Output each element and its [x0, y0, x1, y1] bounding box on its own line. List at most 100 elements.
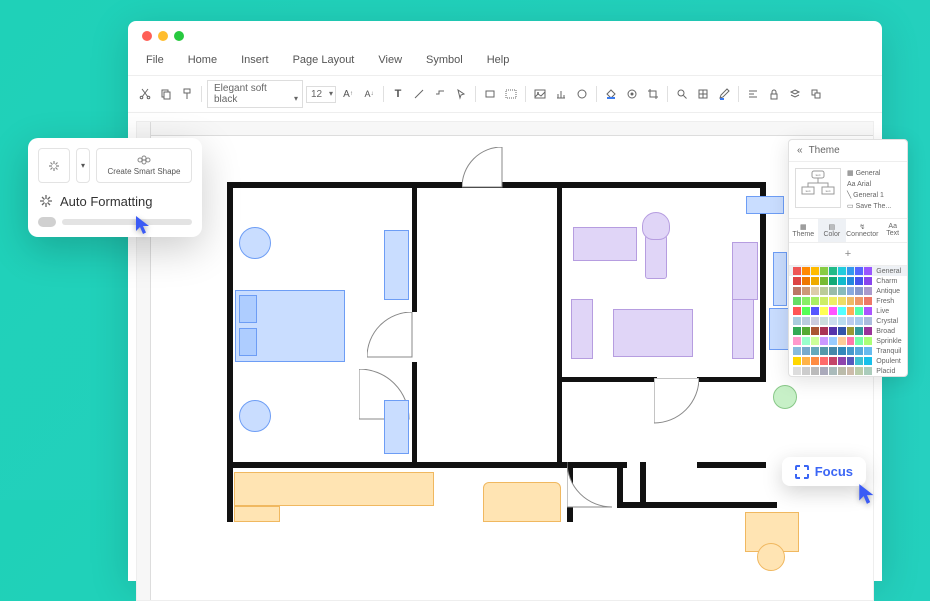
- size-select[interactable]: 12: [306, 86, 336, 103]
- increase-font-icon[interactable]: A↑: [339, 85, 357, 103]
- furniture-sofa-bottom[interactable]: [483, 482, 561, 522]
- palette-row[interactable]: General: [789, 266, 907, 276]
- fill-icon[interactable]: [602, 85, 620, 103]
- format-painter-icon[interactable]: [178, 85, 196, 103]
- container-icon[interactable]: [502, 85, 520, 103]
- furniture-pillow: [239, 295, 257, 323]
- auto-icon-dropdown[interactable]: ▾: [76, 148, 90, 183]
- palette-label: Broad: [873, 328, 903, 335]
- theme-opt-general1[interactable]: ╲ General 1: [845, 190, 901, 201]
- furniture-plant[interactable]: [773, 385, 797, 409]
- menu-bar: File Home Insert Page Layout View Symbol…: [128, 51, 882, 75]
- palette-row[interactable]: Placid: [789, 366, 907, 376]
- cursor-icon: [857, 482, 875, 500]
- line-tool-icon[interactable]: [410, 85, 428, 103]
- palette-label: Crystal: [873, 318, 903, 325]
- theme-panel-title: «Theme: [789, 140, 907, 162]
- auto-icon-btn[interactable]: [38, 148, 70, 183]
- theme-add-button[interactable]: +: [789, 243, 907, 266]
- layers-icon[interactable]: [786, 85, 804, 103]
- pointer-icon[interactable]: [452, 85, 470, 103]
- palette-row[interactable]: Tranquil: [789, 346, 907, 356]
- align-icon[interactable]: [744, 85, 762, 103]
- crop-icon[interactable]: [644, 85, 662, 103]
- menu-view[interactable]: View: [368, 51, 412, 69]
- furniture-fixture[interactable]: [746, 196, 784, 214]
- shapes-icon[interactable]: [481, 85, 499, 103]
- furniture-sofa-top[interactable]: [573, 227, 637, 261]
- table-icon[interactable]: [694, 85, 712, 103]
- furniture-counter-ext[interactable]: [234, 506, 280, 522]
- menu-insert[interactable]: Insert: [231, 51, 279, 69]
- lock-icon[interactable]: [765, 85, 783, 103]
- theme-tab-color[interactable]: ▤Color: [818, 219, 847, 242]
- palette-row[interactable]: Sprinkle: [789, 336, 907, 346]
- minimize-icon[interactable]: [158, 31, 168, 41]
- furniture-pillow: [239, 328, 257, 356]
- autoformat-popover: ▾ Create Smart Shape Auto Formatting: [28, 138, 202, 237]
- furniture-toilet-round[interactable]: [642, 212, 670, 240]
- decrease-font-icon[interactable]: A↓: [360, 85, 378, 103]
- menu-page-layout[interactable]: Page Layout: [283, 51, 365, 69]
- pen-icon[interactable]: [715, 85, 733, 103]
- cut-icon[interactable]: [136, 85, 154, 103]
- theme-tab-text[interactable]: AaText: [878, 219, 907, 242]
- furniture-circle[interactable]: [757, 543, 785, 571]
- maximize-icon[interactable]: [174, 31, 184, 41]
- theme-opt-save[interactable]: ▭ Save The...: [845, 201, 901, 212]
- palette-row[interactable]: Charm: [789, 276, 907, 286]
- copy-icon[interactable]: [157, 85, 175, 103]
- focus-button[interactable]: Focus: [782, 457, 866, 486]
- furniture-nightstand[interactable]: [239, 400, 271, 432]
- canvas[interactable]: [136, 121, 874, 601]
- palette-label: Antique: [873, 288, 903, 295]
- close-icon[interactable]: [142, 31, 152, 41]
- palette-row[interactable]: Live: [789, 306, 907, 316]
- app-window: File Home Insert Page Layout View Symbol…: [128, 21, 882, 581]
- menu-file[interactable]: File: [136, 51, 174, 69]
- palette-list: GeneralCharm AntiqueFresh Live Crystal Broad…: [789, 266, 907, 376]
- furniture-toilet[interactable]: [239, 227, 271, 259]
- furniture-armchair[interactable]: [645, 235, 667, 279]
- create-smart-shape-btn[interactable]: Create Smart Shape: [96, 148, 192, 183]
- furniture-sofa-right[interactable]: [732, 299, 754, 359]
- theme-opt-general[interactable]: ▦ General: [845, 168, 901, 179]
- hyperlink-icon[interactable]: [573, 85, 591, 103]
- theme-tab-theme[interactable]: ▦Theme: [789, 219, 818, 242]
- furniture-table-side[interactable]: [732, 242, 758, 300]
- furniture-desk[interactable]: [384, 230, 409, 300]
- furniture-counter[interactable]: [234, 472, 434, 506]
- connector-tool-icon[interactable]: [431, 85, 449, 103]
- furniture-sofa-left[interactable]: [571, 299, 593, 359]
- menu-symbol[interactable]: Symbol: [416, 51, 473, 69]
- menu-home[interactable]: Home: [178, 51, 227, 69]
- search-icon[interactable]: [673, 85, 691, 103]
- palette-label: Sprinkle: [873, 338, 903, 345]
- chart-icon[interactable]: [552, 85, 570, 103]
- arrange-icon[interactable]: [807, 85, 825, 103]
- menu-help[interactable]: Help: [477, 51, 520, 69]
- svg-text:text: text: [816, 173, 821, 177]
- palette-row[interactable]: Broad: [789, 326, 907, 336]
- furniture-cabinet[interactable]: [384, 400, 409, 454]
- palette-label: Live: [873, 308, 903, 315]
- image-icon[interactable]: [531, 85, 549, 103]
- theme-opt-arial[interactable]: Aa Arial: [845, 179, 901, 190]
- auto-formatting-slider[interactable]: [38, 217, 192, 227]
- toolbar: Elegant soft black 12 A↑ A↓ T: [128, 75, 882, 113]
- auto-formatting-row[interactable]: Auto Formatting: [38, 193, 192, 209]
- theme-thumbnail[interactable]: texttexttext: [795, 168, 841, 208]
- furniture-tv[interactable]: [773, 252, 787, 306]
- palette-label: Tranquil: [873, 348, 903, 355]
- svg-text:text: text: [826, 189, 831, 193]
- palette-row[interactable]: Crystal: [789, 316, 907, 326]
- furniture-coffee-table[interactable]: [613, 309, 693, 357]
- palette-row[interactable]: Antique: [789, 286, 907, 296]
- text-tool-icon[interactable]: T: [389, 85, 407, 103]
- window-controls: [128, 21, 882, 51]
- theme-tab-connector[interactable]: ↯Connector: [846, 219, 878, 242]
- effects-icon[interactable]: [623, 85, 641, 103]
- palette-row[interactable]: Opulent: [789, 356, 907, 366]
- font-select[interactable]: Elegant soft black: [207, 80, 303, 108]
- palette-row[interactable]: Fresh: [789, 296, 907, 306]
